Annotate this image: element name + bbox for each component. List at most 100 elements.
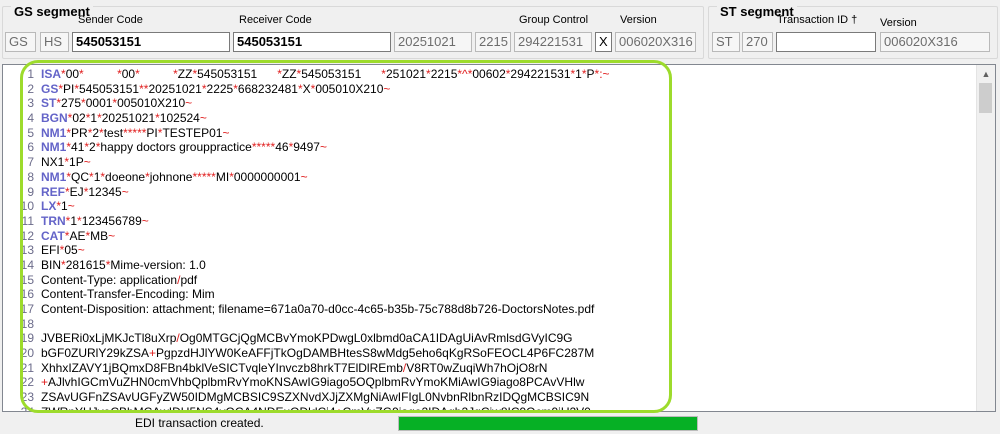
line-number-gutter: 1 2 3 4 5 6 7 8 9 10 11 12 13 14 15 16 17 18 19 20 21 22 23 24: [3, 67, 37, 411]
segment-id: NM1: [41, 125, 67, 140]
line-number: 21: [20, 360, 34, 375]
segment-id: LX: [41, 199, 57, 214]
element-value: Content-Disposition: attachment; filenam…: [41, 302, 595, 316]
element-value: PR: [71, 125, 88, 140]
line-number: 23: [20, 390, 34, 405]
element-value: 00: [121, 67, 136, 81]
delimiter: ~: [77, 243, 85, 258]
element-value: 1P: [69, 155, 84, 170]
delimiter: *:~: [594, 67, 610, 81]
line-number: 17: [20, 302, 34, 316]
line-number: 11: [21, 213, 34, 228]
gs-time-field: 2215: [475, 32, 511, 52]
edi-line: bGF0ZURlY29kZSA+PgpzdHJlYW0KeAFFjTkOgDAM…: [41, 346, 975, 361]
element-value: 545053151: [301, 67, 382, 81]
status-bar: EDI transaction created.: [0, 414, 1000, 434]
element-value: NX1: [41, 155, 65, 170]
edi-line: GS*PI*545053151**20251021*2225*668232481…: [41, 82, 975, 97]
element-value: PgpzdHJlYW0KeAFFjTkOgDAMBHtesS8wMdg5eho6…: [156, 346, 595, 361]
element-value: 00602: [472, 67, 506, 81]
segment-id: NM1: [41, 140, 67, 155]
element-value: XhhxIZAVY1jBQmxD8FBn4bklVeSICTvqleYInvcz…: [41, 360, 403, 375]
element-value: BIN: [41, 257, 62, 272]
st-version-label: Version: [880, 17, 917, 29]
element-value: CmVuZG9iago2IDAgb2JqCjw8IC9Qcm9jU2V0: [342, 404, 591, 412]
edi-text-editor[interactable]: 1 2 3 4 5 6 7 8 9 10 11 12 13 14 15 16 17 18 19 20 21 22 23 24 …: [2, 64, 996, 412]
edi-line: ISA*00* *00* *ZZ*545053151 *ZZ*545053151…: [41, 67, 975, 82]
gs-segment-id-field: GS: [5, 32, 36, 52]
element-value: AJlvhIGCmVuZHN0cmVhbQplbmRvYmoKNSAwIG9ia…: [48, 375, 585, 390]
element-value: johnone: [149, 169, 193, 184]
element-value: [84, 67, 117, 81]
scroll-up-icon[interactable]: ▲: [977, 65, 995, 83]
element-value: PI: [146, 125, 158, 140]
segment-id: BGN: [41, 111, 68, 126]
element-value: 545053151: [79, 81, 140, 96]
delimiter: *****: [123, 125, 147, 140]
element-value: 102524: [159, 111, 200, 126]
element-value: bGF0ZURlY29kZSA: [41, 346, 150, 361]
vertical-scrollbar[interactable]: ▲: [976, 65, 995, 411]
element-value: 2: [89, 140, 96, 155]
line-number: 16: [20, 287, 34, 302]
scroll-thumb[interactable]: [979, 83, 992, 113]
line-number: 3: [27, 96, 34, 111]
responsible-agency-field: X: [595, 32, 612, 52]
functional-id-field: HS: [40, 32, 69, 52]
edi-line: ZSAvUGFnZSAvUGFyZW50IDMgMCBSIC9SZXNvdXJj…: [41, 390, 975, 405]
element-value: 00: [65, 67, 80, 81]
progress-fill: [399, 417, 697, 430]
element-value: 668232481: [237, 81, 298, 96]
element-value: 275: [61, 96, 82, 111]
status-message: EDI transaction created.: [135, 416, 264, 430]
delimiter: ~: [141, 213, 149, 228]
element-value: 2215: [430, 67, 458, 81]
element-value: 02: [72, 111, 86, 126]
delimiter: ~: [121, 184, 129, 199]
element-value: X: [302, 81, 311, 96]
progress-bar: [398, 416, 698, 431]
element-value: 2225: [206, 81, 234, 96]
line-number: 13: [20, 243, 34, 258]
line-number: 2: [27, 81, 34, 96]
segment-id: CAT: [41, 228, 65, 243]
element-value: MB: [90, 228, 109, 243]
delimiter: ~: [67, 199, 75, 214]
element-value: 005010X210: [315, 81, 384, 96]
segment-id: GS: [41, 81, 59, 96]
element-value: AE: [69, 228, 86, 243]
delimiter: ~: [185, 96, 193, 111]
edi-line: Content-Disposition: attachment; filenam…: [41, 302, 975, 317]
sender-code-label: Sender Code: [78, 14, 143, 26]
line-number: 14: [20, 257, 34, 272]
element-value: Content-Type: application: [41, 272, 178, 287]
group-control-field: 294221531: [514, 32, 592, 52]
element-value: 41: [71, 140, 85, 155]
line-number: 10: [20, 199, 34, 214]
element-value: 0001: [85, 96, 113, 111]
segment-id: ST: [41, 96, 57, 111]
element-value: EJ: [69, 184, 84, 199]
delimiter: *^*: [457, 67, 473, 81]
receiver-code-input[interactable]: 545053151: [233, 32, 391, 52]
edi-line: Content-Type: application/pdf: [41, 273, 975, 288]
edi-content[interactable]: ISA*00* *00* *ZZ*545053151 *ZZ*545053151…: [41, 67, 975, 412]
edi-line: BIN*281615*Mime-version: 1.0: [41, 258, 975, 273]
line-number: 12: [20, 228, 34, 243]
edi-line: JVBERi0xLjMKJcTl8uXrp/Og0MTGCjQgMCBvYmoK…: [41, 331, 975, 346]
edi-line: NM1*41*2*happy doctors grouppractice****…: [41, 140, 975, 155]
sender-code-input[interactable]: 545053151: [72, 32, 230, 52]
edi-line: BGN*02*1*20251021*102524~: [41, 111, 975, 126]
element-value: test: [103, 125, 124, 140]
element-value: 9497: [293, 140, 320, 155]
st-segment-id-field: ST: [712, 32, 740, 52]
edi-line: ZWRpYUJveCBbMCAwIDU5NS4yOCA4NDEuODldCi4+…: [41, 404, 975, 412]
transaction-id-input[interactable]: [776, 32, 876, 52]
delimiter: ~: [383, 81, 391, 96]
line-number: 1: [27, 67, 34, 81]
delimiter: ~: [222, 125, 230, 140]
element-value: 123456789: [81, 213, 142, 228]
edi-line: CAT*AE*MB~: [41, 229, 975, 244]
element-value: 1: [575, 67, 582, 81]
edi-line: ST*275*0001*005010X210~: [41, 96, 975, 111]
